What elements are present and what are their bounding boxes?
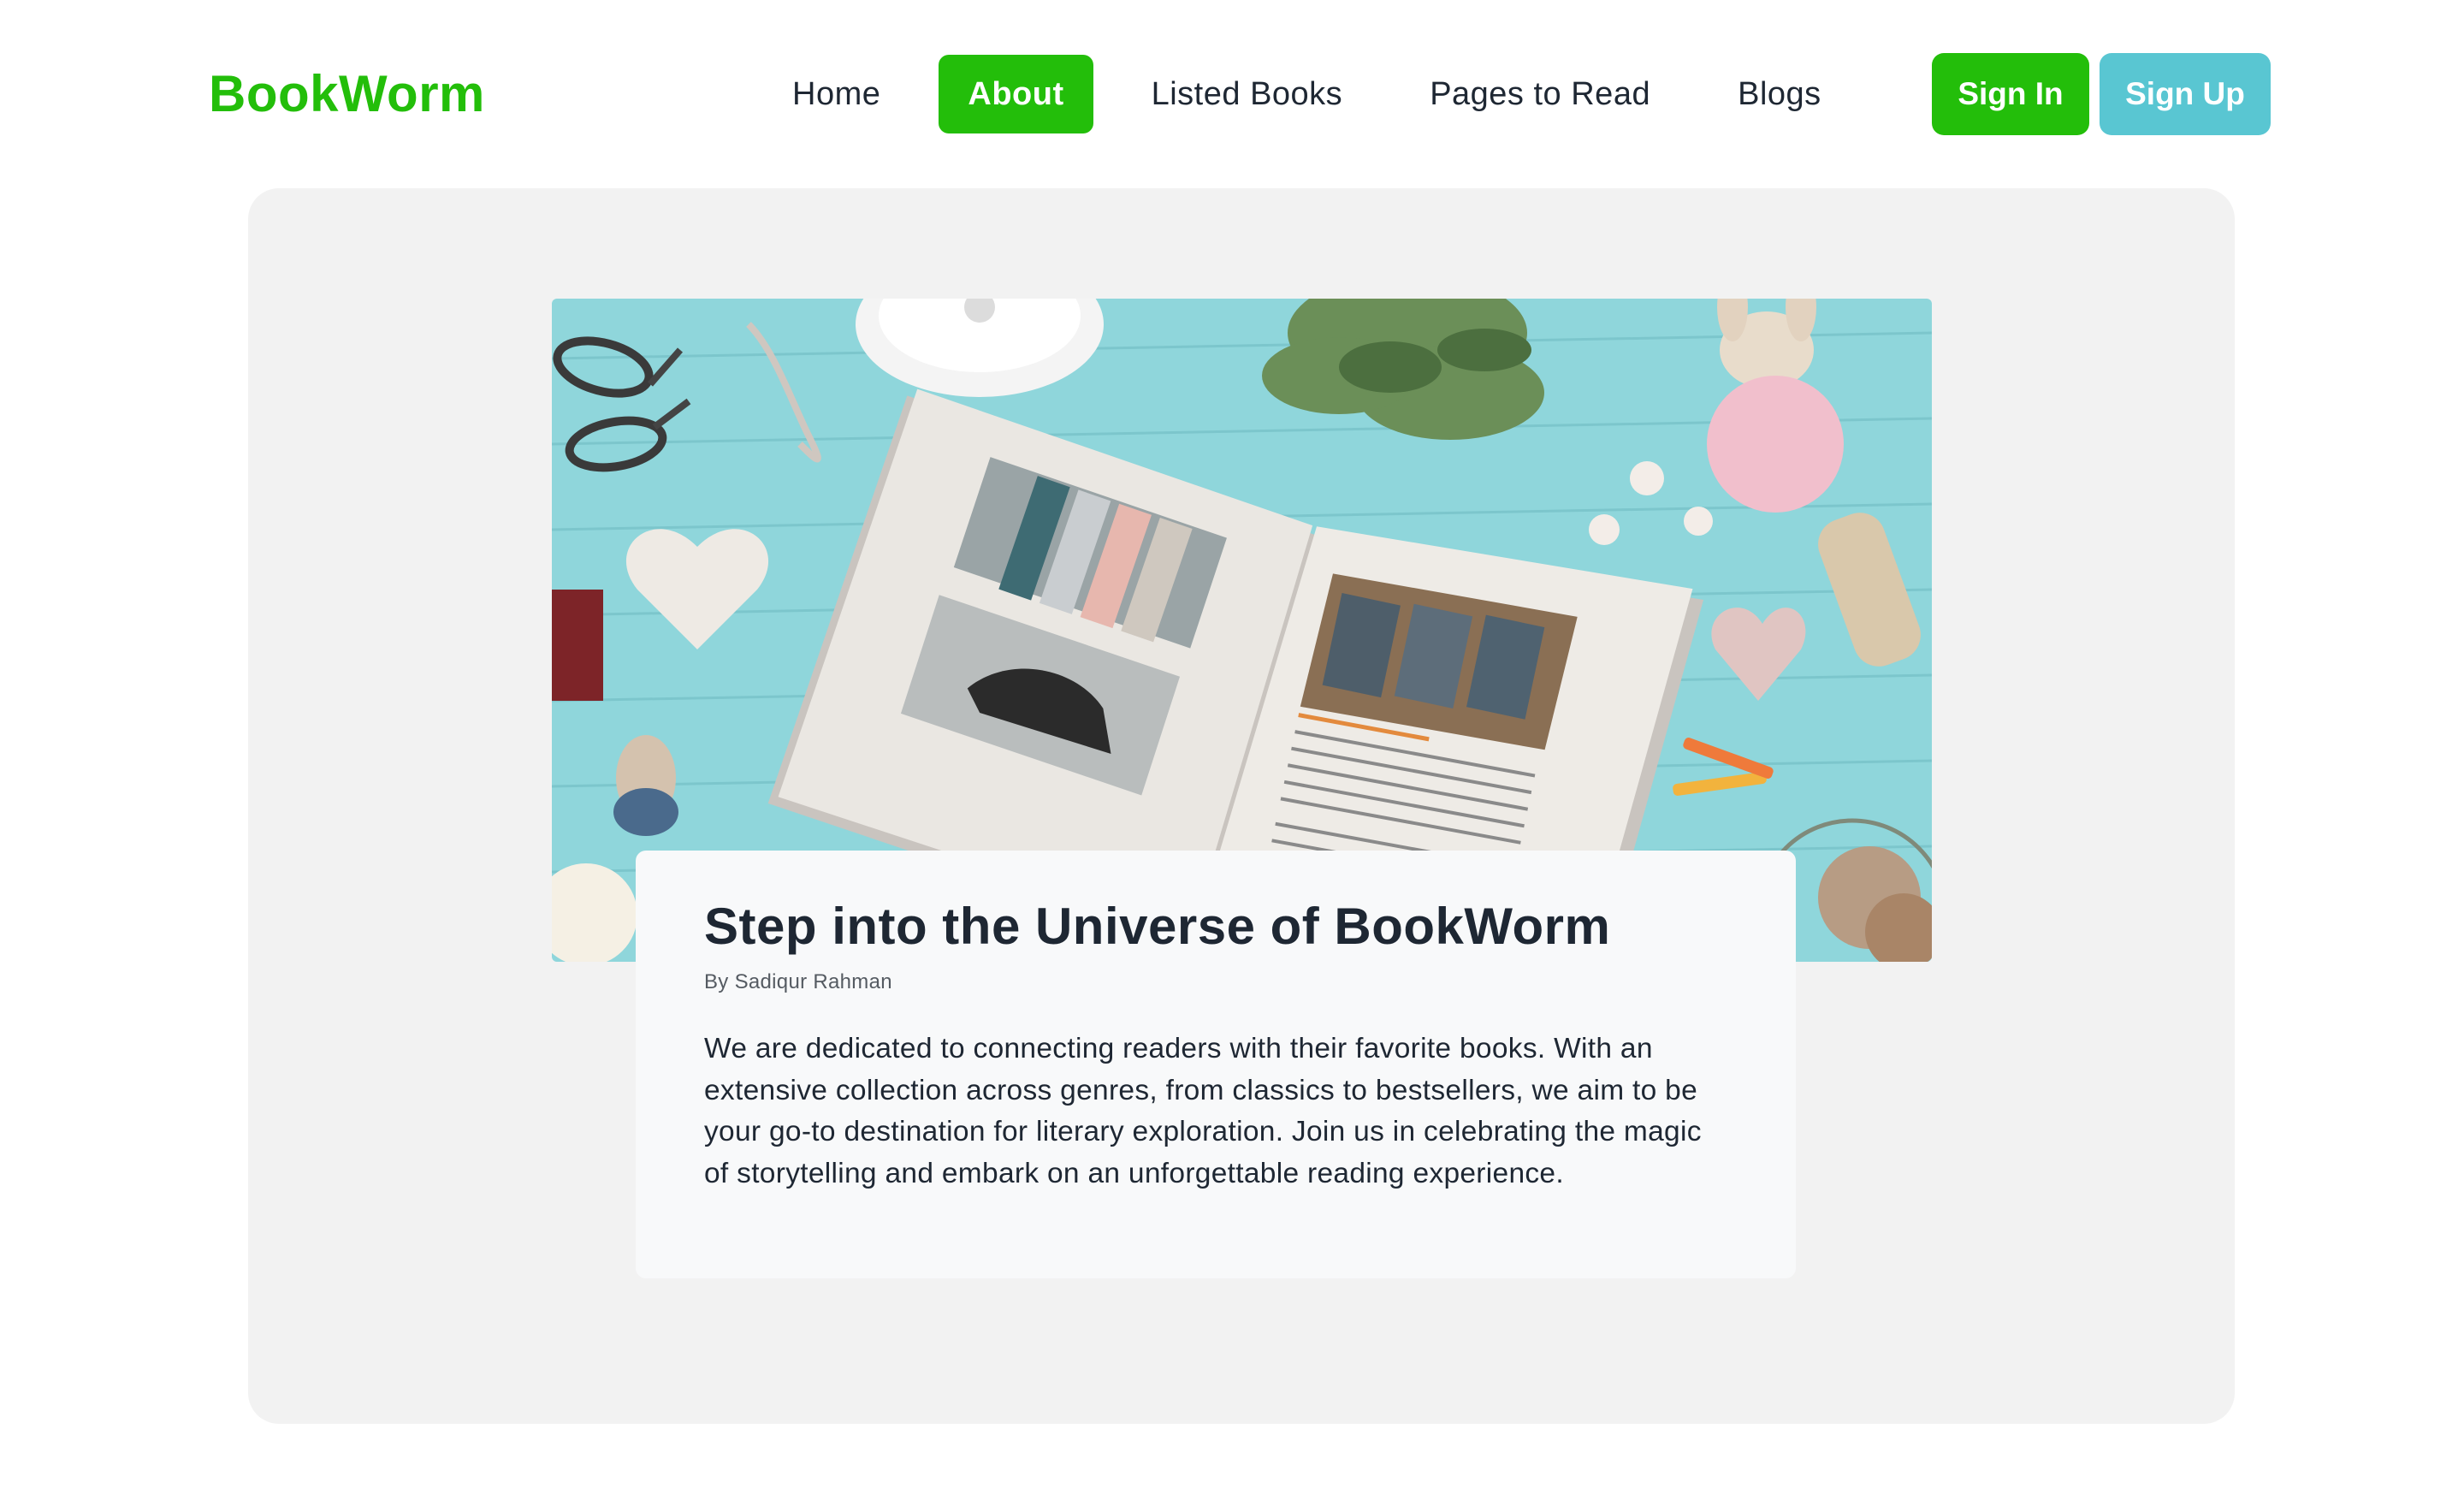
about-description: We are dedicated to connecting readers w… [704,1033,1702,1189]
sign-in-button[interactable]: Sign In [1932,53,2089,135]
hero-panel: Step into the Universe of BookWorm By Sa… [248,188,2235,1424]
main-nav: Home About Listed Books Pages to Read Bl… [767,55,1851,133]
nav-link-home[interactable]: Home [767,55,909,133]
about-card: Step into the Universe of BookWorm By Sa… [636,851,1796,1278]
sign-up-button[interactable]: Sign Up [2100,53,2271,135]
navbar: BookWorm Home About Listed Books Pages t… [0,0,2464,188]
nav-link-pages-to-read[interactable]: Pages to Read [1401,55,1679,133]
brand-logo[interactable]: BookWorm [209,62,485,127]
author-byline: By Sadiqur Rahman [704,970,892,993]
nav-link-listed-books[interactable]: Listed Books [1122,55,1372,133]
nav-link-blogs[interactable]: Blogs [1709,55,1851,133]
nav-link-about[interactable]: About [939,55,1093,133]
auth-buttons: Sign In Sign Up [1932,53,2271,135]
hero-title: Step into the Universe of BookWorm [704,898,1611,955]
